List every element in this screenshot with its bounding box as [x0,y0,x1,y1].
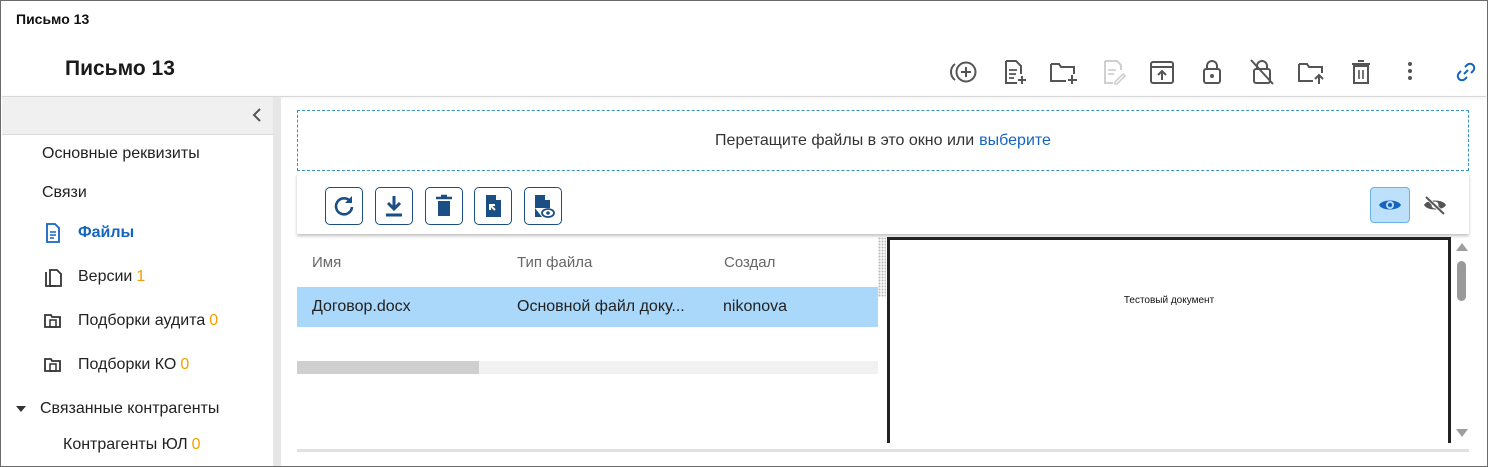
sidebar-item-label: Основные реквизиты [42,145,200,162]
unlock-icon [1249,59,1274,85]
upload-icon [1150,61,1175,84]
cell-file-type: Основной файл доку... [517,298,685,315]
versions-count: 1 [136,268,146,285]
sidebar-item-main-props[interactable]: Основные реквизиты [42,145,200,163]
download-button[interactable] [375,187,413,225]
eye-icon [1379,200,1401,210]
chevron-left-icon [252,108,261,122]
files-table: Имя Тип файла Создал Договор.docx Основн… [297,237,878,466]
refresh-button[interactable] [325,187,363,225]
counterparties-ul-count: 0 [191,436,201,453]
column-header-name[interactable]: Имя [312,254,341,271]
download-icon [386,196,402,217]
link-button[interactable] [1453,59,1479,85]
upload-button[interactable] [1144,57,1180,87]
sidebar: Основные реквизиты Связи Файлы Версии 1 … [2,97,277,466]
files-panel: Перетащите файлы в это окно или выберите [282,97,1487,466]
sidebar-item-label: Связи [42,184,87,201]
eye-off-icon [1424,195,1446,215]
folder-upload-button[interactable] [1293,57,1329,87]
folder-copy-icon [42,354,64,376]
sidebar-item-label: Контрагенты ЮЛ [63,436,188,453]
folder-add-icon [1050,63,1078,84]
sidebar-item-label: Связанные контрагенты [40,400,220,417]
delete-button[interactable] [1343,57,1379,87]
cell-file-name: Договор.docx [312,298,411,315]
file-preview-icon [535,195,555,218]
delete-file-button[interactable] [425,187,463,225]
lock-icon [1202,60,1221,84]
unlock-button[interactable] [1244,57,1280,87]
dropzone-text: Перетащите файлы в это окно или [715,131,975,149]
scroll-down-arrow[interactable] [1456,429,1468,437]
scrollbar-thumb[interactable] [297,361,479,374]
edit-file-button[interactable] [1095,57,1131,87]
caret-down-icon[interactable] [14,398,28,420]
choose-files-link[interactable]: выберите [979,132,1051,150]
sidebar-item-audit-sets[interactable]: Подборки аудита 0 [42,310,218,332]
ko-sets-count: 0 [180,356,190,373]
folder-upload-icon [1298,63,1324,84]
more-vert-icon [1408,62,1413,80]
add-circle-icon [950,61,977,83]
preview-vertical-scrollbar[interactable] [1454,243,1468,443]
file-icon [42,222,64,244]
lock-button[interactable] [1194,57,1230,87]
scroll-up-arrow[interactable] [1456,243,1468,251]
document-toolbar [946,57,1442,87]
table-row[interactable]: Договор.docx Основной файл доку... nikon… [297,287,878,327]
link-icon [1456,62,1476,82]
panel-splitter-handle[interactable] [878,237,886,297]
add-circle-button[interactable] [946,57,982,87]
sidebar-item-ko-sets[interactable]: Подборки КО 0 [42,354,189,376]
import-file-button[interactable] [474,187,512,225]
column-header-type[interactable]: Тип файла [517,254,592,271]
folder-copy-icon [42,310,64,332]
app-window: Письмо 13 Письмо 13 Основные реквизиты С… [0,0,1488,467]
sidebar-item-counterparties-ul[interactable]: Контрагенты ЮЛ 0 [63,436,201,454]
window-title: Письмо 13 [16,11,90,27]
preview-document-text: Тестовый документ [1123,295,1215,306]
show-preview-toggle[interactable] [1370,187,1410,223]
delete-icon [1351,60,1370,84]
sidebar-scrollbar[interactable] [273,97,281,466]
sidebar-item-related-counterparties[interactable]: Связанные контрагенты [14,398,219,420]
more-button[interactable] [1392,57,1428,87]
page-title: Письмо 13 [65,57,175,80]
hide-preview-toggle[interactable] [1415,187,1455,223]
collapse-sidebar-button[interactable] [247,105,267,125]
file-add-icon [1004,60,1026,84]
file-import-icon [486,195,501,217]
file-dropzone[interactable]: Перетащите файлы в это окно или выберите [297,110,1469,171]
delete-icon [436,194,452,216]
add-file-button[interactable] [996,57,1032,87]
sidebar-item-label: Файлы [78,224,135,241]
panel-bottom-divider [297,449,1469,452]
preview-file-button[interactable] [524,187,562,225]
sidebar-item-label: Подборки аудита [78,312,206,329]
refresh-icon [334,196,354,216]
copy-icon [42,266,64,288]
column-header-author[interactable]: Создал [724,254,775,271]
sidebar-item-files[interactable]: Файлы [42,222,134,244]
sidebar-item-label: Подборки КО [78,356,177,373]
table-horizontal-scrollbar[interactable] [297,361,878,374]
add-folder-button[interactable] [1045,57,1081,87]
sidebar-collapse-bar [2,97,277,135]
audit-sets-count: 0 [209,312,219,329]
files-toolbar [297,174,1469,234]
sidebar-item-label: Версии [78,268,133,285]
cell-author: nikonova [723,298,788,315]
sidebar-item-links[interactable]: Связи [42,184,87,202]
edit-file-icon [1103,60,1126,85]
scrollbar-thumb[interactable] [1457,261,1466,301]
sidebar-item-versions[interactable]: Версии 1 [42,266,145,288]
document-preview: Тестовый документ [887,237,1451,443]
